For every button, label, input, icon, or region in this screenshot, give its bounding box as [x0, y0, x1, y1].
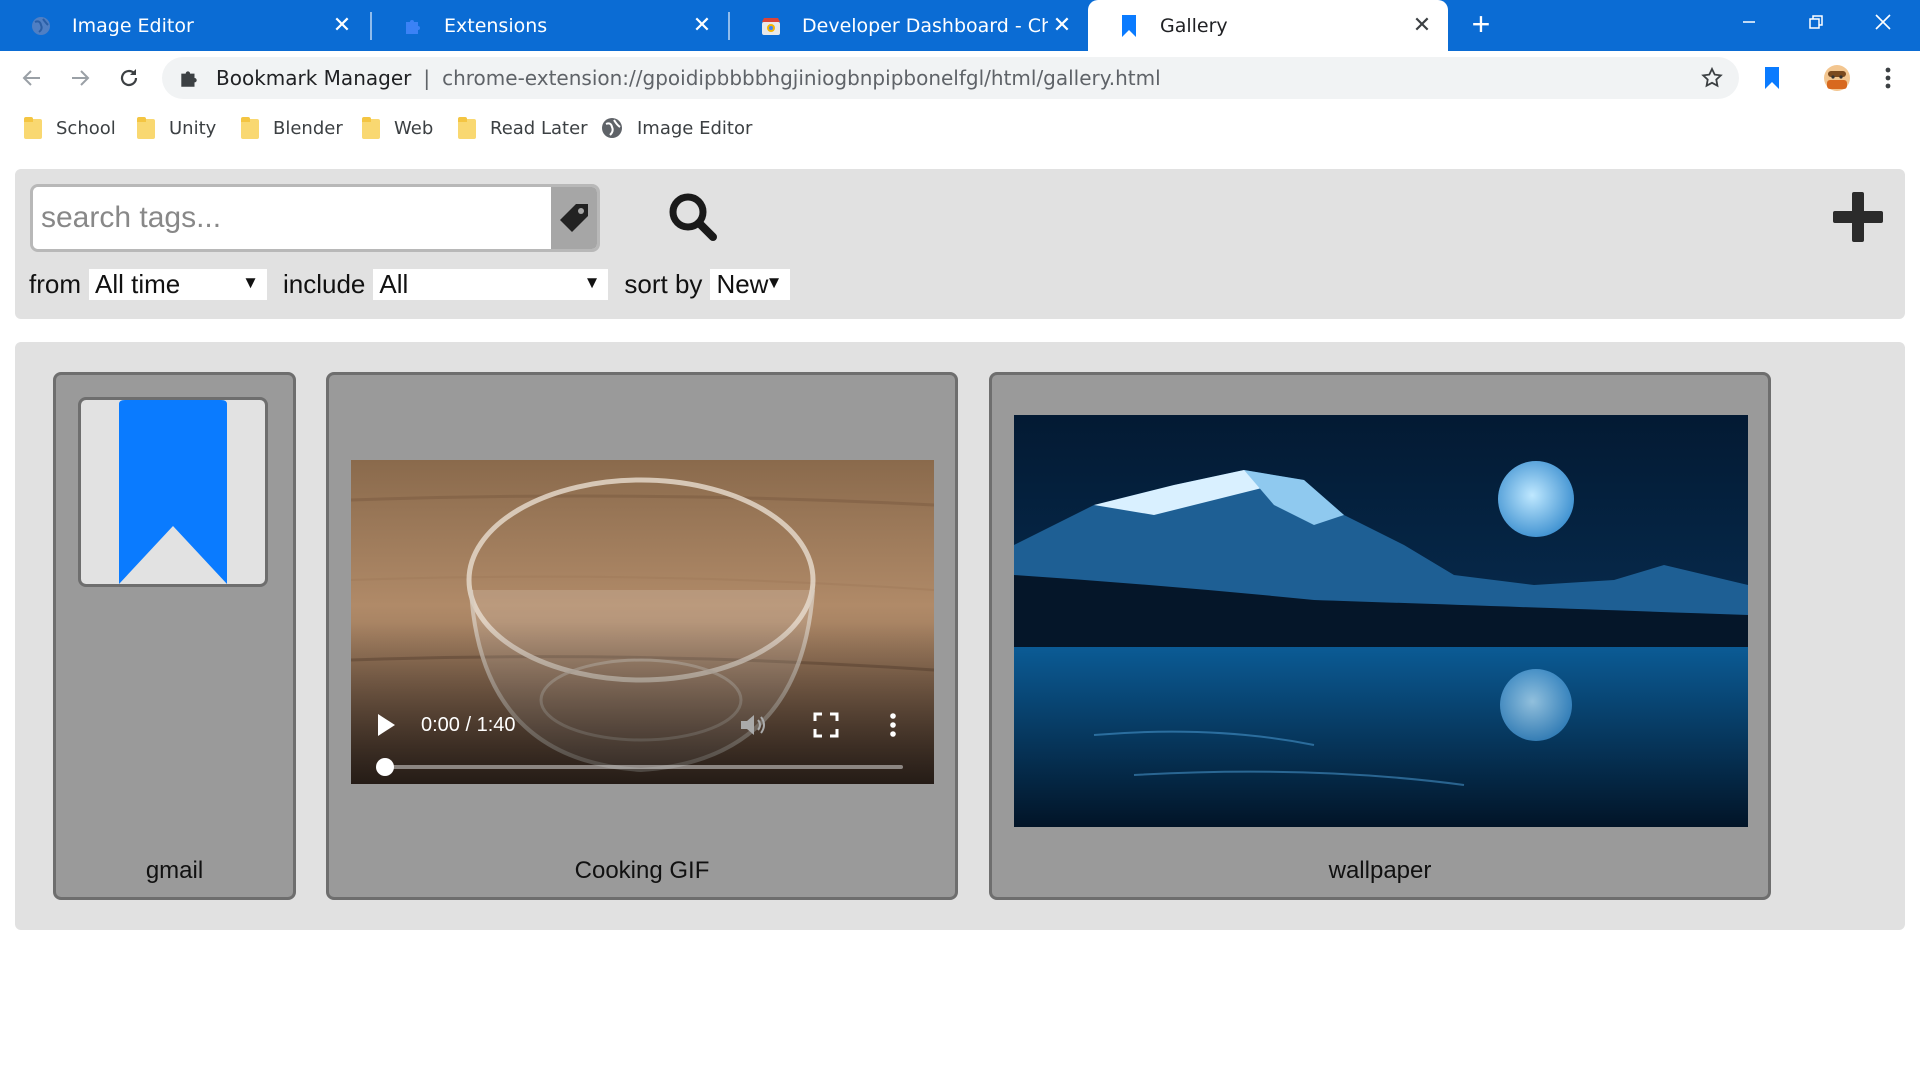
tag-search-input[interactable] [33, 187, 553, 249]
bookmarks-bar: School Unity Blender Web Read Later Imag… [0, 107, 1920, 145]
volume-icon[interactable] [739, 712, 769, 738]
tab-title: Image Editor [72, 14, 194, 37]
card-caption: Cooking GIF [574, 857, 710, 884]
play-icon[interactable] [375, 712, 397, 738]
back-button[interactable] [14, 60, 50, 96]
tab-title: Extensions [444, 14, 548, 37]
reload-button[interactable] [111, 60, 147, 96]
bookmark-thumbnail [78, 397, 268, 587]
forward-button[interactable] [62, 60, 98, 96]
restore-button[interactable] [1783, 0, 1849, 44]
chrome-webstore-icon [760, 15, 782, 37]
from-select[interactable]: All time ▼ [89, 268, 267, 300]
reload-icon [120, 69, 138, 87]
search-button[interactable] [665, 189, 721, 245]
minimize-button[interactable] [1716, 0, 1782, 44]
sort-select[interactable]: New ▼ [710, 268, 791, 300]
profile-avatar-icon[interactable] [1821, 62, 1853, 94]
more-options-icon[interactable] [889, 712, 897, 738]
address-url: chrome-extension://gpoidipbbbbhgjiniogbn… [442, 66, 1161, 90]
bookmark-label: School [56, 117, 116, 139]
bookmark-label: Image Editor [637, 117, 753, 139]
include-value: All [379, 268, 409, 299]
minimize-icon [1743, 21, 1755, 23]
tab-strip: Image Editor ✕ Extensions ✕ Developer Da… [0, 0, 1920, 51]
sort-label: sort by [624, 268, 703, 299]
tab-gallery[interactable]: Gallery ✕ [1088, 0, 1448, 51]
close-icon [1875, 14, 1891, 30]
bookmark-icon [1118, 14, 1140, 37]
restore-icon [1809, 15, 1823, 29]
bookmark-label: Web [394, 117, 434, 139]
gallery-grid: gmail 0:00 / 1:40 Cooking GIF wallpaper [15, 342, 1905, 930]
video-progress-track[interactable] [381, 765, 903, 769]
plus-icon [1833, 192, 1883, 242]
bookmark-label: Unity [169, 117, 217, 139]
address-origin: Bookmark Manager [216, 66, 412, 90]
video-progress-handle[interactable] [376, 758, 394, 776]
arrow-left-icon [22, 70, 40, 86]
bookmark-icon [119, 400, 227, 584]
folder-icon [241, 117, 259, 139]
wallpaper-image [1014, 415, 1748, 827]
dropdown-arrow-icon: ▼ [765, 272, 783, 292]
tag-button[interactable] [551, 187, 597, 249]
tag-icon [560, 204, 588, 232]
arrow-right-icon [72, 70, 90, 86]
address-divider: | [423, 66, 431, 90]
gallery-card-cooking-gif[interactable]: 0:00 / 1:40 Cooking GIF [326, 372, 958, 900]
tab-title: Developer Dashboard - Chrome W [802, 14, 1048, 37]
dropdown-arrow-icon: ▼ [242, 272, 259, 292]
more-options-icon[interactable] [1872, 62, 1904, 94]
bookmark-image-editor[interactable]: Image Editor [601, 115, 752, 141]
bookmark-school[interactable]: School [24, 115, 116, 141]
close-icon[interactable]: ✕ [328, 12, 356, 40]
include-label: include [283, 268, 366, 299]
folder-icon [362, 117, 380, 139]
puzzle-icon [178, 66, 202, 90]
globe-icon [601, 117, 623, 139]
folder-icon [137, 117, 155, 139]
close-icon[interactable]: ✕ [688, 12, 716, 40]
folder-icon [458, 117, 476, 139]
folder-icon [24, 117, 42, 139]
tab-title: Gallery [1160, 14, 1228, 37]
bookmark-extension-icon[interactable] [1756, 62, 1788, 94]
tab-image-editor[interactable]: Image Editor ✕ [0, 0, 368, 51]
from-label: from [29, 268, 81, 299]
video-player[interactable]: 0:00 / 1:40 [351, 460, 934, 784]
from-value: All time [95, 268, 181, 299]
address-bar[interactable]: Bookmark Manager | chrome-extension://gp… [162, 57, 1739, 99]
include-select[interactable]: All ▼ [373, 268, 609, 300]
tab-extensions[interactable]: Extensions ✕ [372, 0, 728, 51]
bookmark-blender[interactable]: Blender [241, 115, 343, 141]
bookmark-label: Blender [273, 117, 343, 139]
star-icon[interactable] [1699, 65, 1725, 91]
tab-developer-dashboard[interactable]: Developer Dashboard - Chrome W ✕ [730, 0, 1088, 51]
search-box [30, 184, 600, 252]
video-controls: 0:00 / 1:40 [351, 674, 934, 784]
puzzle-icon [402, 15, 424, 37]
card-caption: wallpaper [1328, 857, 1432, 884]
sort-value: New [716, 268, 769, 299]
search-panel: from All time ▼ include All ▼ sort by Ne… [15, 169, 1905, 319]
bookmark-read-later[interactable]: Read Later [458, 115, 588, 141]
filter-row: from All time ▼ include All ▼ sort by Ne… [29, 267, 791, 301]
bookmark-unity[interactable]: Unity [137, 115, 216, 141]
video-time: 0:00 / 1:40 [421, 714, 516, 736]
gallery-card-gmail[interactable]: gmail [53, 372, 296, 900]
new-tab-button[interactable]: + [1464, 8, 1498, 42]
fullscreen-icon[interactable] [813, 712, 839, 738]
gallery-card-wallpaper[interactable]: wallpaper [989, 372, 1771, 900]
close-icon[interactable]: ✕ [1408, 12, 1436, 40]
card-caption: gmail [145, 857, 204, 884]
dropdown-arrow-icon: ▼ [583, 272, 601, 292]
window-close-button[interactable] [1850, 0, 1916, 44]
bookmark-web[interactable]: Web [362, 115, 433, 141]
bookmark-label: Read Later [490, 117, 588, 139]
globe-icon [30, 15, 52, 37]
search-icon [669, 193, 717, 241]
add-item-button[interactable] [1832, 191, 1884, 243]
close-icon[interactable]: ✕ [1048, 12, 1076, 40]
